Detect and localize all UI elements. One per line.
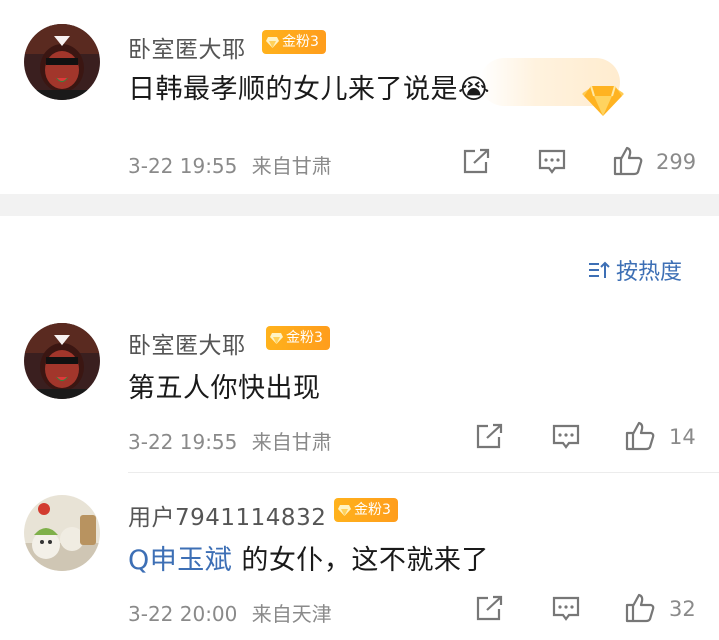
- gem-icon: [266, 36, 279, 48]
- comment-time: 3-22 19:55: [128, 430, 238, 454]
- like-count: 299: [656, 150, 697, 174]
- comment-feed: 卧室匿大耶 金粉3 日韩最孝顺的女儿来了说是😭 3-22 19:55 来自甘肃 …: [0, 0, 719, 640]
- avatar[interactable]: [24, 24, 100, 100]
- comment-icon[interactable]: [551, 595, 581, 623]
- avatar[interactable]: [24, 495, 100, 571]
- comment-time: 3-22 19:55: [128, 154, 238, 178]
- comment-body: 日韩最孝顺的女儿来了说是: [128, 74, 458, 105]
- thumbs-up-icon[interactable]: [612, 145, 644, 177]
- fan-badge[interactable]: 金粉3: [266, 326, 330, 350]
- fan-badge[interactable]: 金粉3: [334, 498, 398, 522]
- comment-meta: 3-22 20:00 来自天津: [128, 598, 332, 627]
- comment-username[interactable]: 卧室匿大耶: [128, 326, 246, 360]
- comment-text: Q申玉斌 的女仆，这不就来了: [128, 538, 489, 577]
- gem-icon: [270, 332, 283, 344]
- thumbs-up-icon[interactable]: [624, 592, 656, 624]
- sort-icon: [589, 261, 610, 278]
- comment-username[interactable]: 卧室匿大耶: [128, 30, 246, 64]
- mention-link[interactable]: Q申玉斌: [128, 545, 232, 576]
- badge-label: 金粉3: [286, 330, 323, 346]
- comment-text: 第五人你快出现: [128, 373, 321, 404]
- comment-text: 日韩最孝顺的女儿来了说是😭: [128, 67, 490, 106]
- share-icon[interactable]: [461, 148, 491, 176]
- comment-time: 3-22 20:00: [128, 602, 238, 626]
- comment-icon[interactable]: [551, 423, 581, 451]
- crying-emoji-icon: 😭: [458, 74, 491, 105]
- thumbs-up-icon[interactable]: [624, 420, 656, 452]
- gem-icon: [338, 504, 351, 516]
- fan-badge[interactable]: 金粉3: [262, 30, 326, 54]
- share-icon[interactable]: [474, 595, 504, 623]
- comment-location: 来自甘肃: [251, 430, 332, 454]
- comment-location: 来自天津: [251, 602, 332, 626]
- badge-label: 金粉3: [354, 502, 391, 518]
- badge-label: 金粉3: [282, 34, 319, 50]
- like-count: 14: [669, 425, 696, 449]
- comment-icon[interactable]: [537, 148, 567, 176]
- avatar[interactable]: [24, 323, 100, 399]
- gold-gem-icon: [582, 85, 624, 116]
- comment-location: 来自甘肃: [251, 154, 332, 178]
- share-icon[interactable]: [474, 423, 504, 451]
- comment-username[interactable]: 用户7941114832: [128, 498, 326, 532]
- section-divider: [0, 194, 719, 216]
- comment-body: 的女仆，这不就来了: [232, 545, 489, 576]
- comment-separator: [128, 472, 719, 473]
- like-count: 32: [669, 597, 696, 621]
- comment-meta: 3-22 19:55 来自甘肃: [128, 426, 332, 455]
- sort-button[interactable]: 按热度: [588, 254, 682, 286]
- comment-meta: 3-22 19:55 来自甘肃: [128, 150, 332, 179]
- sort-label: 按热度: [616, 260, 683, 285]
